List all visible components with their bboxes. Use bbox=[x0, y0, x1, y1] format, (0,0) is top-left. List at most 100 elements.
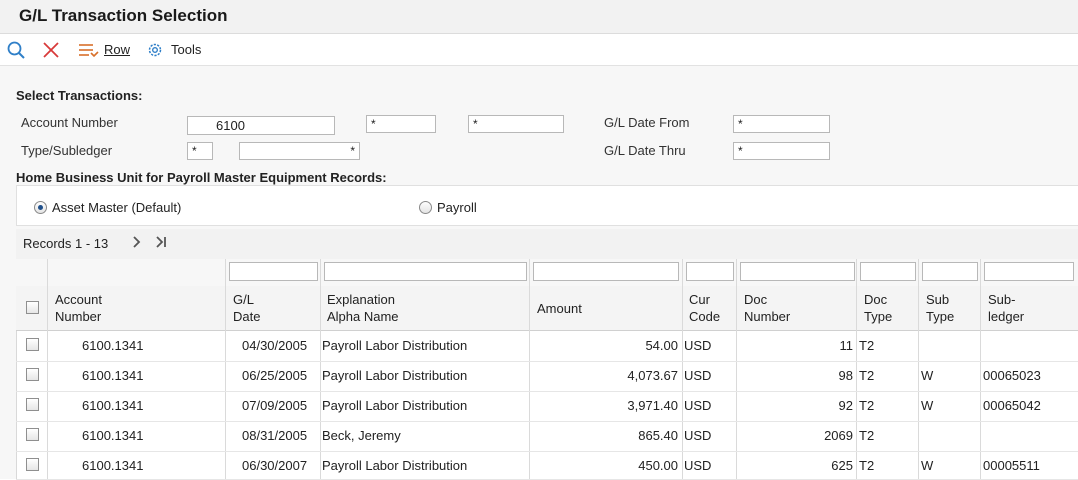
filter-explanation[interactable] bbox=[324, 262, 527, 281]
gl-date-thru-label: G/L Date Thru bbox=[604, 143, 686, 158]
last-page-button[interactable] bbox=[155, 235, 169, 252]
cell-subledger: 00065042 bbox=[983, 398, 1041, 413]
table-row[interactable] bbox=[16, 421, 1078, 452]
account-number-input[interactable] bbox=[187, 116, 335, 135]
cell-account: 6100.1341 bbox=[82, 458, 144, 473]
cell-explanation: Payroll Labor Distribution bbox=[322, 458, 468, 473]
close-button[interactable] bbox=[42, 34, 60, 65]
cell-amount: 54.00 bbox=[645, 338, 678, 353]
title-bar: G/L Transaction Selection bbox=[0, 0, 1078, 34]
row-checkbox[interactable] bbox=[26, 458, 39, 471]
cell-explanation: Payroll Labor Distribution bbox=[322, 398, 468, 413]
asset-master-label: Asset Master (Default) bbox=[52, 200, 182, 215]
row-checkbox[interactable] bbox=[26, 338, 39, 351]
home-business-unit-heading: Home Business Unit for Payroll Master Eq… bbox=[16, 170, 387, 185]
page-title: G/L Transaction Selection bbox=[19, 6, 228, 25]
asset-master-radio[interactable]: Asset Master (Default) bbox=[34, 200, 181, 215]
cell-subledger: 00065023 bbox=[983, 368, 1041, 383]
row-checkbox[interactable] bbox=[26, 428, 39, 441]
filter-amount[interactable] bbox=[533, 262, 679, 281]
cell-cur-code: USD bbox=[684, 458, 712, 473]
cell-cur-code: USD bbox=[684, 338, 712, 353]
gl-date-from-label: G/L Date From bbox=[604, 115, 690, 130]
row-checkbox[interactable] bbox=[26, 398, 39, 411]
next-page-button[interactable] bbox=[131, 235, 143, 252]
cell-sub-type: W bbox=[921, 398, 934, 413]
subledger-input[interactable] bbox=[239, 142, 360, 160]
tools-menu-label: Tools bbox=[171, 42, 202, 57]
cell-doc-type: T2 bbox=[859, 428, 875, 443]
cell-gl-date: 04/30/2005 bbox=[242, 338, 308, 353]
column-header-doc-number[interactable]: Doc Number bbox=[744, 291, 790, 325]
cell-explanation: Payroll Labor Distribution bbox=[322, 338, 468, 353]
chevron-right-icon bbox=[133, 236, 141, 248]
cell-amount: 450.00 bbox=[638, 458, 678, 473]
column-header-amount[interactable]: Amount bbox=[537, 300, 582, 317]
gl-date-from-input[interactable] bbox=[733, 115, 830, 133]
find-button[interactable] bbox=[6, 34, 26, 65]
account-number-input-2[interactable] bbox=[366, 115, 436, 133]
filter-doc-type[interactable] bbox=[860, 262, 916, 281]
row-checkbox[interactable] bbox=[26, 368, 39, 381]
cell-amount: 3,971.40 bbox=[627, 398, 678, 413]
grid-header-bar bbox=[16, 229, 1078, 260]
table-row[interactable] bbox=[16, 331, 1078, 362]
close-icon bbox=[43, 41, 59, 58]
gl-date-thru-input[interactable] bbox=[733, 142, 830, 160]
select-all-checkbox[interactable] bbox=[26, 301, 39, 314]
filter-sub-type[interactable] bbox=[922, 262, 978, 281]
type-subledger-label: Type/Subledger bbox=[21, 143, 113, 158]
cell-gl-date: 06/30/2007 bbox=[242, 458, 308, 473]
last-page-icon bbox=[156, 236, 166, 248]
filter-cur-code[interactable] bbox=[686, 262, 734, 281]
cell-amount: 4,073.67 bbox=[627, 368, 678, 383]
table-row[interactable] bbox=[16, 361, 1078, 392]
cell-explanation: Beck, Jeremy bbox=[322, 428, 401, 443]
column-header-account-number[interactable]: Account Number bbox=[55, 291, 102, 325]
cell-doc-number: 625 bbox=[831, 458, 853, 473]
column-header-gl-date[interactable]: G/L Date bbox=[233, 291, 260, 325]
cell-gl-date: 06/25/2005 bbox=[242, 368, 308, 383]
cell-doc-number: 2069 bbox=[824, 428, 853, 443]
column-header-explanation[interactable]: Explanation Alpha Name bbox=[327, 291, 399, 325]
cell-cur-code: USD bbox=[684, 398, 712, 413]
cell-cur-code: USD bbox=[684, 368, 712, 383]
column-header-cur-code[interactable]: Cur Code bbox=[689, 291, 720, 325]
cell-explanation: Payroll Labor Distribution bbox=[322, 368, 468, 383]
cell-cur-code: USD bbox=[684, 428, 712, 443]
payroll-label: Payroll bbox=[437, 200, 477, 215]
cell-sub-type: W bbox=[921, 458, 934, 473]
cell-account: 6100.1341 bbox=[82, 338, 144, 353]
cell-doc-type: T2 bbox=[859, 458, 875, 473]
cell-doc-type: T2 bbox=[859, 398, 875, 413]
column-header-sub-type[interactable]: Sub Type bbox=[926, 291, 954, 325]
account-number-label: Account Number bbox=[21, 115, 118, 130]
cell-account: 6100.1341 bbox=[82, 368, 144, 383]
row-menu-button[interactable]: Row bbox=[78, 34, 130, 65]
records-count: Records 1 - 13 bbox=[23, 236, 109, 251]
cell-doc-number: 11 bbox=[839, 338, 854, 353]
radio-selected-icon bbox=[34, 201, 47, 214]
select-transactions-heading: Select Transactions: bbox=[16, 88, 143, 103]
cell-doc-type: T2 bbox=[859, 368, 875, 383]
cell-amount: 865.40 bbox=[638, 428, 678, 443]
tools-menu-button[interactable]: Tools bbox=[146, 34, 201, 65]
cell-doc-number: 98 bbox=[838, 368, 853, 383]
filter-subledger[interactable] bbox=[984, 262, 1074, 281]
cell-account: 6100.1341 bbox=[82, 398, 144, 413]
account-number-input-3[interactable] bbox=[468, 115, 564, 133]
search-icon bbox=[7, 41, 25, 59]
column-header-doc-type[interactable]: Doc Type bbox=[864, 291, 892, 325]
subledger-type-input[interactable] bbox=[187, 142, 213, 160]
filter-gl-date[interactable] bbox=[229, 262, 318, 281]
column-header-subledger[interactable]: Sub-ledger bbox=[988, 291, 1024, 325]
table-row[interactable] bbox=[16, 391, 1078, 422]
cell-gl-date: 08/31/2005 bbox=[242, 428, 308, 443]
cell-gl-date: 07/09/2005 bbox=[242, 398, 308, 413]
row-menu-icon bbox=[79, 43, 99, 57]
table-row[interactable] bbox=[16, 451, 1078, 480]
row-menu-label: Row bbox=[104, 42, 131, 57]
toolbar: Row Tools bbox=[0, 34, 1078, 66]
payroll-radio[interactable]: Payroll bbox=[419, 200, 477, 215]
filter-doc-number[interactable] bbox=[740, 262, 855, 281]
